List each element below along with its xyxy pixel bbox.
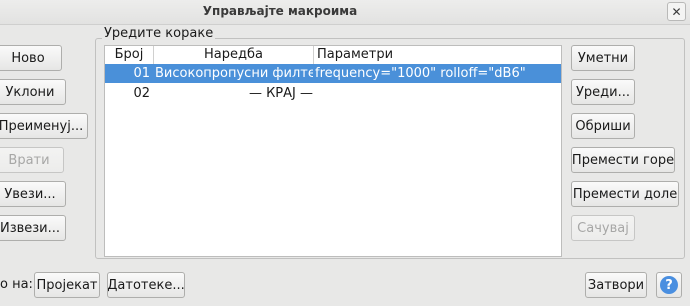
step-number: 02 <box>133 86 150 101</box>
move-up-button[interactable]: Премести горе <box>571 147 675 173</box>
help-button[interactable]: ? <box>656 272 682 298</box>
restore-macro-button[interactable]: Врати <box>0 147 64 173</box>
remove-macro-button[interactable]: Уклони <box>0 79 66 105</box>
close-button[interactable]: Затвори <box>585 272 647 298</box>
help-icon: ? <box>660 276 678 294</box>
window-title: Управљајте макроима <box>202 4 358 18</box>
delete-step-button[interactable]: Обриши <box>571 113 635 139</box>
export-macro-button[interactable]: Извези... <box>0 215 66 241</box>
import-macro-button[interactable]: Увези... <box>0 181 66 207</box>
step-command: Високопропусни филтер <box>155 66 313 81</box>
close-icon: ✕ <box>671 4 682 19</box>
table-row[interactable]: 02 — КРАЈ — <box>105 84 561 103</box>
apply-to-label: о на: <box>0 277 33 292</box>
table-row[interactable]: 01 Високопропусни филтер frequency="1000… <box>105 64 561 83</box>
new-macro-button[interactable]: Ново <box>0 45 62 71</box>
insert-step-button[interactable]: Уметни <box>571 45 635 71</box>
column-header-number[interactable]: Број <box>105 46 154 64</box>
steps-list[interactable]: Број Наредба Параметри 01 Високопропусни… <box>104 45 562 257</box>
step-number: 01 <box>133 66 150 81</box>
edit-step-button[interactable]: Уреди... <box>571 79 635 105</box>
edit-steps-label: Уредите кораке <box>102 26 216 41</box>
column-header-parameters[interactable]: Параметри <box>314 46 561 64</box>
column-header-command[interactable]: Наредба <box>154 46 314 64</box>
apply-to-files-button[interactable]: Датотеке... <box>107 272 185 298</box>
rename-macro-button[interactable]: Преименуј... <box>0 113 88 139</box>
step-parameters <box>315 84 559 103</box>
move-down-button[interactable]: Премести доле <box>571 181 679 207</box>
apply-to-project-button[interactable]: Пројекат <box>34 272 100 298</box>
title-bar: Управљајте макроима ✕ <box>0 0 690 25</box>
step-command: — КРАЈ — <box>248 86 313 101</box>
window-close-button[interactable]: ✕ <box>667 2 686 21</box>
step-parameters: frequency="1000" rolloff="dB6" <box>315 66 526 81</box>
save-step-button[interactable]: Сачувај <box>571 215 635 241</box>
